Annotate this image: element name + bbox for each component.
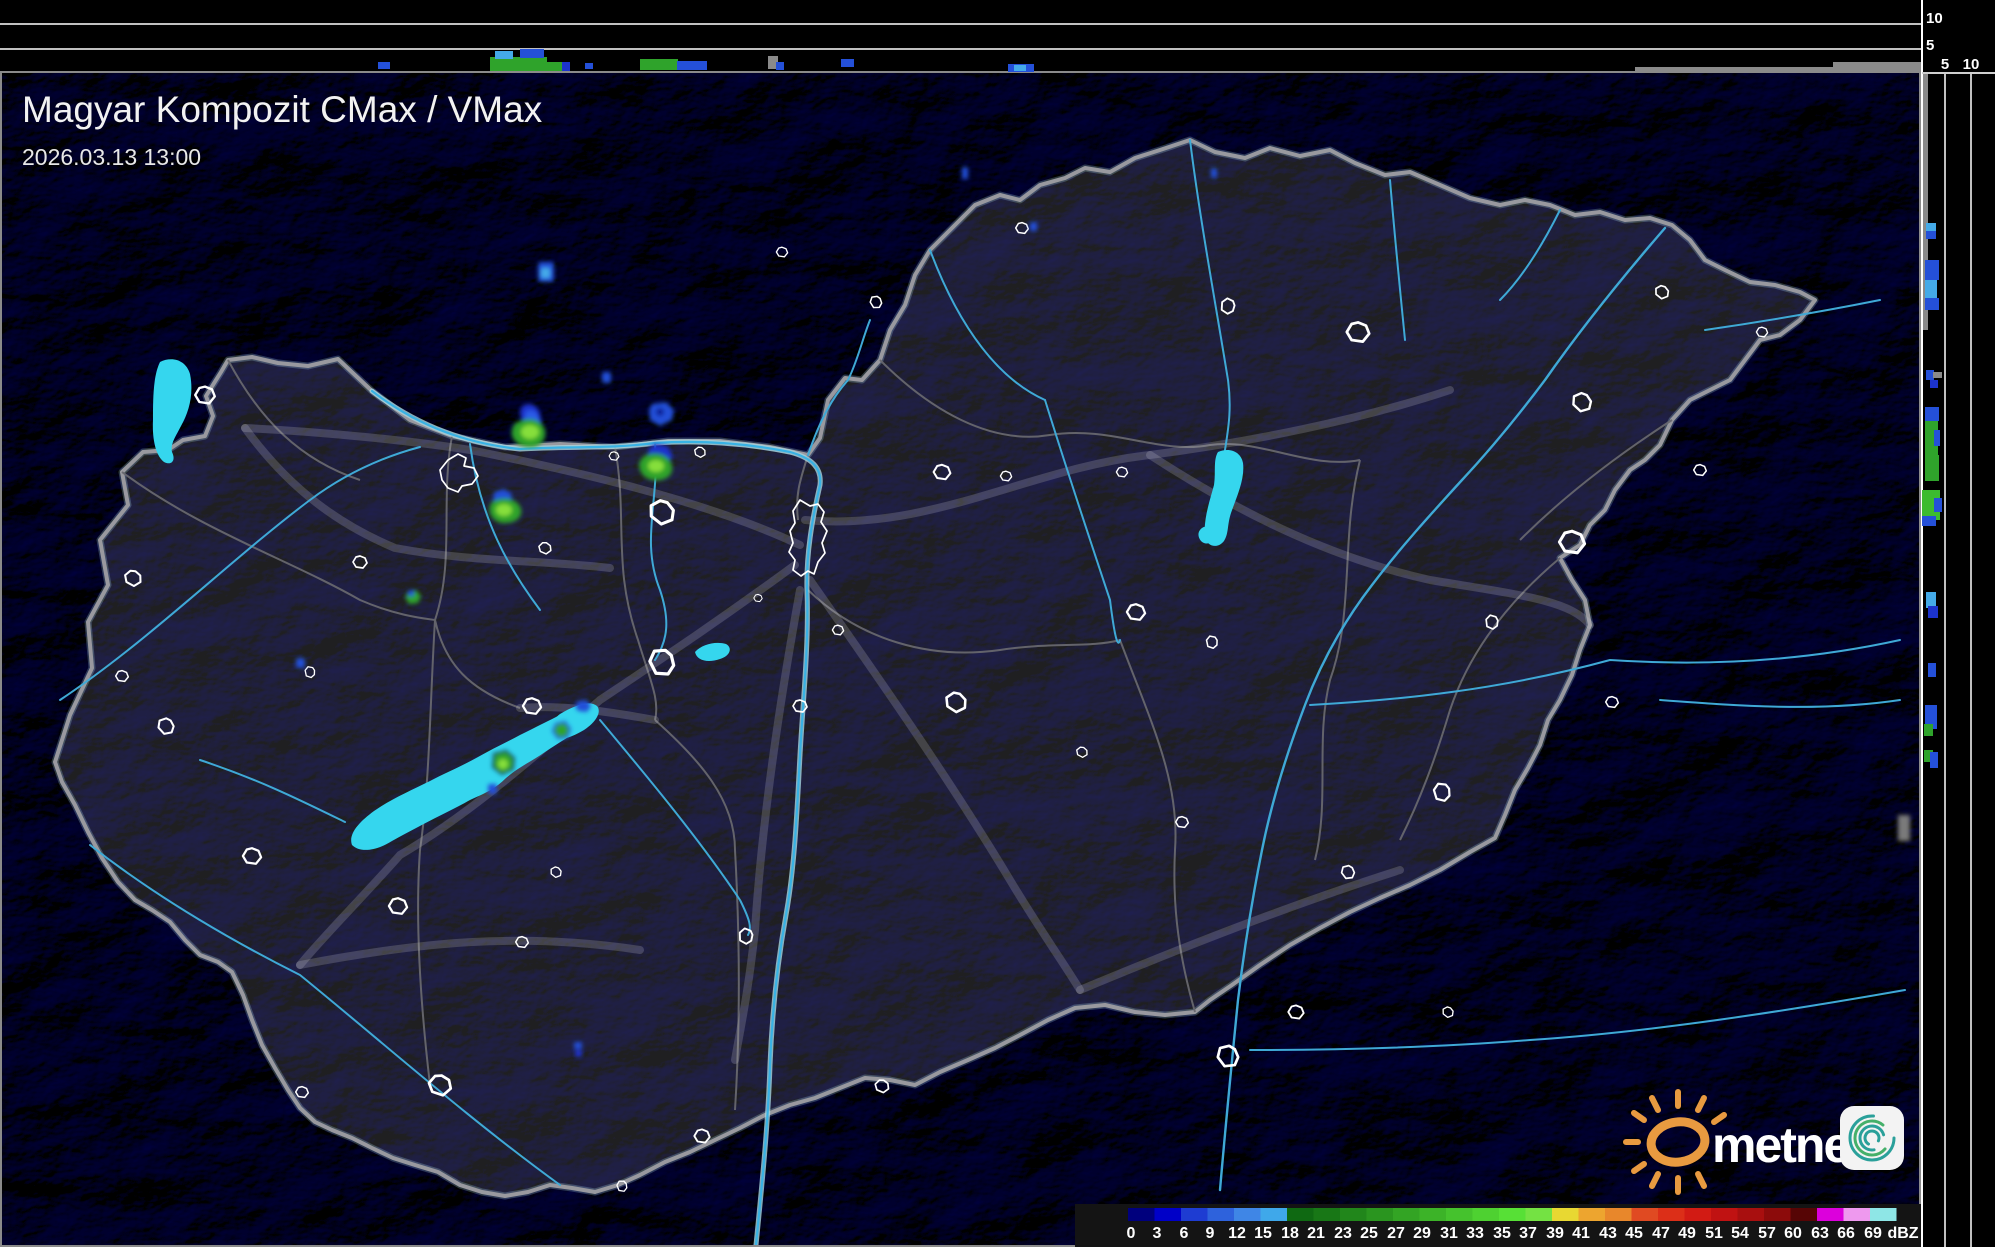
radar-app-window: Magyar Kompozit CMax / VMax 2026.03.13 1… — [0, 0, 1995, 1247]
svg-text:33: 33 — [1466, 1225, 1484, 1242]
svg-text:69: 69 — [1864, 1225, 1882, 1242]
radar-composite-image: Magyar Kompozit CMax / VMax 2026.03.13 1… — [0, 0, 1995, 1247]
svg-text:29: 29 — [1413, 1225, 1431, 1242]
vmax-top-panel — [0, 0, 1921, 72]
right-axis-label-5: 5 — [1941, 56, 1949, 73]
legend-unit-label: dBZ — [1887, 1225, 1918, 1242]
legend-tick-labels: 0 3 6 9 12 15 18 21 23 25 27 29 31 33 35… — [1127, 1225, 1919, 1242]
timestamp: 2026.03.13 13:00 — [22, 144, 201, 170]
svg-text:43: 43 — [1599, 1225, 1617, 1242]
right-axis-label-10: 10 — [1963, 56, 1980, 73]
corner-label-5: 5 — [1926, 37, 1934, 54]
svg-text:54: 54 — [1731, 1225, 1749, 1242]
svg-text:57: 57 — [1758, 1225, 1776, 1242]
page-title: Magyar Kompozit CMax / VMax — [22, 89, 543, 130]
svg-text:35: 35 — [1493, 1225, 1511, 1242]
svg-text:63: 63 — [1811, 1225, 1829, 1242]
svg-text:21: 21 — [1307, 1225, 1325, 1242]
svg-text:60: 60 — [1784, 1225, 1802, 1242]
top-panel-border-projection2 — [1833, 62, 1921, 71]
svg-text:66: 66 — [1837, 1225, 1855, 1242]
svg-text:49: 49 — [1678, 1225, 1696, 1242]
top-panel-background — [0, 0, 1921, 71]
svg-text:47: 47 — [1652, 1225, 1670, 1242]
svg-text:18: 18 — [1281, 1225, 1299, 1242]
svg-text:9: 9 — [1206, 1225, 1215, 1242]
corner-label-10: 10 — [1926, 10, 1943, 27]
svg-text:41: 41 — [1572, 1225, 1590, 1242]
svg-text:31: 31 — [1440, 1225, 1458, 1242]
svg-text:37: 37 — [1519, 1225, 1537, 1242]
svg-text:25: 25 — [1360, 1225, 1378, 1242]
svg-text:6: 6 — [1180, 1225, 1189, 1242]
svg-text:3: 3 — [1153, 1225, 1162, 1242]
svg-text:12: 12 — [1228, 1225, 1246, 1242]
radar-map: Magyar Kompozit CMax / VMax 2026.03.13 1… — [0, 71, 1921, 1247]
svg-text:45: 45 — [1625, 1225, 1643, 1242]
vmax-right-panel: 10 5 5 10 — [1921, 0, 1995, 1247]
app-icon — [1840, 1106, 1904, 1170]
svg-text:27: 27 — [1387, 1225, 1405, 1242]
svg-text:51: 51 — [1705, 1225, 1723, 1242]
dbz-legend: 0 3 6 9 12 15 18 21 23 25 27 29 31 33 35… — [1075, 1204, 1921, 1247]
right-panel-background — [1922, 0, 1995, 1247]
legend-color-bar — [1128, 1208, 1897, 1221]
svg-text:0: 0 — [1127, 1225, 1136, 1242]
svg-text:23: 23 — [1334, 1225, 1352, 1242]
svg-text:39: 39 — [1546, 1225, 1564, 1242]
svg-text:15: 15 — [1254, 1225, 1272, 1242]
echo-gray-edge — [1898, 815, 1910, 841]
